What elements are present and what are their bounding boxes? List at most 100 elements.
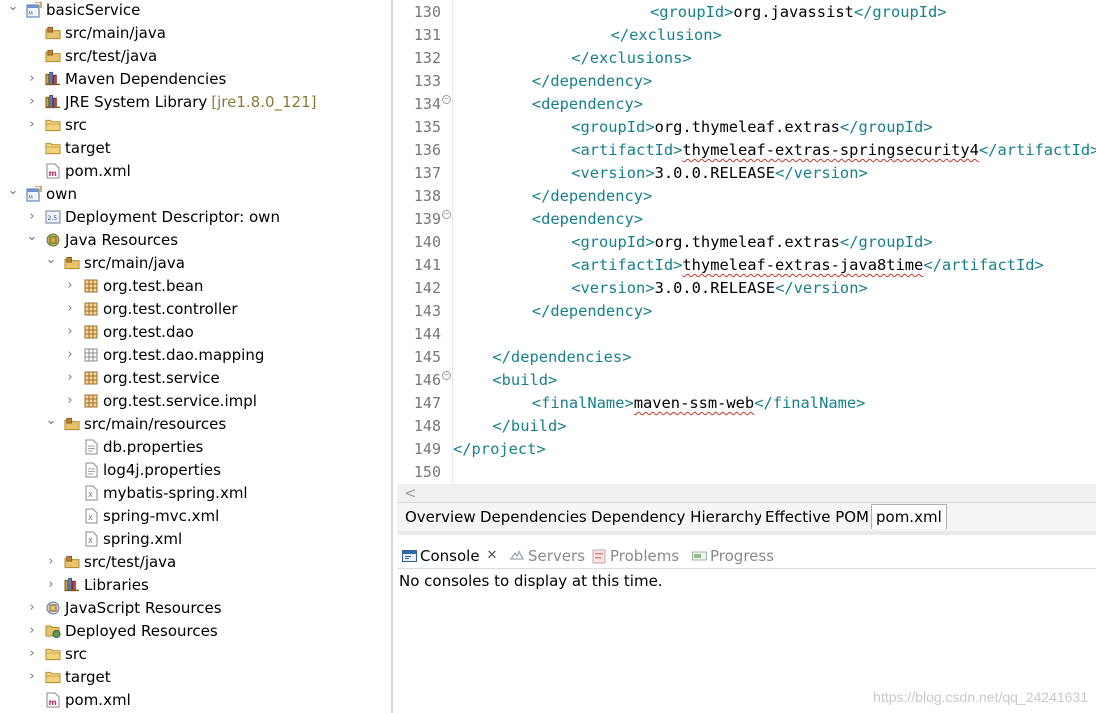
tree-item-db-properties[interactable]: db.properties: [0, 435, 391, 458]
svg-text:2.5: 2.5: [48, 215, 58, 222]
tree-item-src[interactable]: › src: [0, 642, 391, 665]
tab-pom-xml[interactable]: pom.xml: [871, 504, 947, 529]
tree-item-pom-xml[interactable]: m pom.xml: [0, 159, 391, 182]
expanded-chevron-icon[interactable]: ⌄: [6, 183, 20, 198]
collapsed-chevron-icon[interactable]: ›: [63, 347, 77, 362]
collapsed-chevron-icon[interactable]: ›: [25, 94, 39, 109]
collapsed-chevron-icon[interactable]: ›: [63, 278, 77, 293]
fold-toggle-icon[interactable]: −: [442, 210, 451, 219]
tree-item-log4j-properties[interactable]: log4j.properties: [0, 458, 391, 481]
tab-effective-pom[interactable]: Effective POM: [761, 505, 875, 530]
fold-toggle-icon[interactable]: −: [442, 95, 451, 104]
code-line[interactable]: </project>: [453, 438, 546, 461]
collapsed-chevron-icon[interactable]: ›: [63, 393, 77, 408]
tab-overview[interactable]: Overview: [401, 505, 481, 530]
code-line[interactable]: </dependency>: [453, 300, 652, 323]
tab-servers[interactable]: Servers: [509, 545, 585, 567]
tree-item-src[interactable]: › src: [0, 113, 391, 136]
tree-item-src-main-java[interactable]: ⌄ src/main/java: [0, 251, 391, 274]
source-folder-icon: [64, 554, 80, 570]
code-line[interactable]: <dependency>: [453, 93, 643, 116]
tree-item-org-test-bean[interactable]: › org.test.bean: [0, 274, 391, 297]
tree-item-deployed-resources[interactable]: › Deployed Resources: [0, 619, 391, 642]
expanded-chevron-icon[interactable]: ⌄: [44, 413, 58, 428]
tab-problems[interactable]: Problems: [591, 545, 679, 567]
tree-item-label: src: [65, 115, 87, 134]
xml-tag: <groupId>: [571, 118, 655, 136]
tree-item-basicservice[interactable]: ⌄ MbasicService: [0, 0, 391, 21]
expanded-chevron-icon[interactable]: ⌄: [44, 252, 58, 267]
collapsed-chevron-icon[interactable]: ›: [25, 646, 39, 661]
xml-tag: </exclusions>: [571, 49, 692, 67]
collapsed-chevron-icon[interactable]: ›: [25, 71, 39, 86]
collapsed-chevron-icon[interactable]: ›: [63, 370, 77, 385]
tree-item-org-test-dao-mapping[interactable]: › org.test.dao.mapping: [0, 343, 391, 366]
xml-editor[interactable]: 130 131 132 133 134−135 136 137 138 139−140 141 14…: [397, 0, 1096, 484]
expanded-chevron-icon[interactable]: ⌄: [25, 229, 39, 244]
tree-item-java-resources[interactable]: ⌄ Java Resources: [0, 228, 391, 251]
code-line[interactable]: </exclusion>: [453, 24, 722, 47]
code-line[interactable]: <groupId>org.thymeleaf.extras</groupId>: [453, 116, 932, 139]
tree-item-spring-mvc-xml[interactable]: Xspring-mvc.xml: [0, 504, 391, 527]
xml-tag: </artifactId>: [923, 256, 1044, 274]
collapsed-chevron-icon[interactable]: ›: [25, 209, 39, 224]
expanded-chevron-icon[interactable]: ⌄: [6, 0, 20, 14]
code-line[interactable]: <version>3.0.0.RELEASE</version>: [453, 277, 868, 300]
code-line[interactable]: </exclusions>: [453, 47, 692, 70]
tree-item-label: pom.xml: [65, 161, 131, 180]
tree-item-src-test-java[interactable]: src/test/java: [0, 44, 391, 67]
xml-tag: </dependency>: [531, 302, 653, 320]
code-line[interactable]: <artifactId>thymeleaf-extras-java8time</…: [453, 254, 1044, 277]
code-line[interactable]: <version>3.0.0.RELEASE</version>: [453, 162, 868, 185]
fold-toggle-icon[interactable]: −: [442, 371, 451, 380]
code-line[interactable]: <dependency>: [453, 208, 643, 231]
collapsed-chevron-icon[interactable]: ›: [25, 600, 39, 615]
tab-progress[interactable]: Progress: [691, 545, 774, 567]
tree-item-org-test-service-impl[interactable]: › org.test.service.impl: [0, 389, 391, 412]
code-line[interactable]: <groupId>org.thymeleaf.extras</groupId>: [453, 231, 932, 254]
tree-item-src-test-java[interactable]: › src/test/java: [0, 550, 391, 573]
tab-dependency-hierarchy[interactable]: Dependency Hierarchy: [587, 505, 768, 530]
code-line[interactable]: </build>: [453, 415, 566, 438]
collapsed-chevron-icon[interactable]: ›: [25, 669, 39, 684]
collapsed-chevron-icon[interactable]: ›: [25, 623, 39, 638]
code-line[interactable]: </dependency>: [453, 185, 652, 208]
tree-item-label: log4j.properties: [103, 460, 221, 479]
code-line[interactable]: <build>: [453, 369, 557, 392]
collapsed-chevron-icon[interactable]: ›: [63, 324, 77, 339]
collapsed-chevron-icon[interactable]: ›: [44, 554, 58, 569]
collapsed-chevron-icon[interactable]: ›: [44, 577, 58, 592]
code-line[interactable]: <groupId>org.javassist</groupId>: [453, 1, 947, 24]
tree-item-deployment-descriptor-own[interactable]: › 2.5 Deployment Descriptor: own: [0, 205, 391, 228]
code-line[interactable]: <finalName>maven-ssm-web</finalName>: [453, 392, 866, 415]
tree-item-org-test-controller[interactable]: › org.test.controller: [0, 297, 391, 320]
tree-item-label: src/main/java: [84, 253, 185, 272]
close-icon[interactable]: ✕: [487, 545, 498, 567]
pane-divider[interactable]: [391, 0, 393, 713]
code-line[interactable]: </dependencies>: [453, 346, 631, 369]
scroll-left-icon[interactable]: <: [404, 484, 417, 502]
editor-horizontal-scrollbar[interactable]: <: [397, 484, 1096, 502]
tree-item-src-main-resources[interactable]: ⌄ src/main/resources: [0, 412, 391, 435]
line-number: 138: [413, 187, 441, 205]
tree-item-org-test-service[interactable]: › org.test.service: [0, 366, 391, 389]
tree-item-src-main-java[interactable]: src/main/java: [0, 21, 391, 44]
collapsed-chevron-icon[interactable]: ›: [63, 301, 77, 316]
tree-item-spring-xml[interactable]: Xspring.xml: [0, 527, 391, 550]
tree-item-jre-system-library[interactable]: › JRE System Library [jre1.8.0_121]: [0, 90, 391, 113]
tree-item-org-test-dao[interactable]: › org.test.dao: [0, 320, 391, 343]
tab-dependencies[interactable]: Dependencies: [476, 505, 592, 530]
tree-item-pom-xml[interactable]: m pom.xml: [0, 688, 391, 711]
tree-item-mybatis-spring-xml[interactable]: Xmybatis-spring.xml: [0, 481, 391, 504]
tree-item-own[interactable]: ⌄ Mown: [0, 182, 391, 205]
tree-item-libraries[interactable]: › Libraries: [0, 573, 391, 596]
collapsed-chevron-icon[interactable]: ›: [25, 117, 39, 132]
tree-item-javascript-resources[interactable]: › JavaScript Resources: [0, 596, 391, 619]
tree-item-target[interactable]: target: [0, 136, 391, 159]
code-line[interactable]: <artifactId>thymeleaf-extras-springsecur…: [453, 139, 1096, 162]
tab-console[interactable]: Console ✕: [401, 545, 497, 567]
tree-item-target[interactable]: › target: [0, 665, 391, 688]
code-line[interactable]: </dependency>: [453, 70, 652, 93]
tree-item-maven-dependencies[interactable]: › Maven Dependencies: [0, 67, 391, 90]
xml-tag: </project>: [453, 440, 546, 458]
